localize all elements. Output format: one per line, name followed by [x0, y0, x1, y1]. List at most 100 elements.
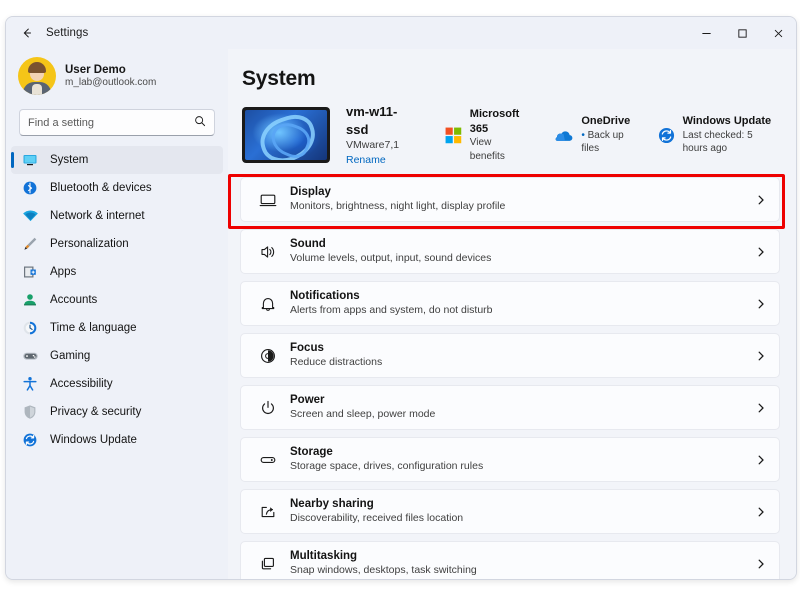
arrow-left-icon [23, 28, 32, 38]
power-icon [255, 399, 281, 417]
sidebar-item-accessibility[interactable]: Accessibility [11, 370, 223, 398]
chevron-right-icon [755, 506, 767, 518]
row-title: Nearby sharing [290, 498, 374, 511]
bluetooth-icon [19, 180, 41, 196]
settings-row-focus[interactable]: Focus Reduce distractions [240, 333, 780, 378]
monitor-icon [19, 152, 41, 168]
minimize-icon [701, 32, 711, 34]
quicklink-subtitle: Last checked: 5 hours ago [682, 129, 753, 155]
sidebar-item-label: Accessibility [50, 378, 113, 390]
sidebar-item-label: Windows Update [50, 434, 137, 446]
quick-links: Microsoft 365 View benefits OneDrive • B… [445, 107, 780, 164]
row-title: Multitasking [290, 550, 358, 563]
row-title: Power [290, 394, 325, 407]
main-content: System vm-w11-ssd VMware7,1 Rename Micro… [228, 49, 796, 579]
close-icon [774, 29, 782, 37]
account-name: User Demo [65, 63, 126, 76]
windows-update-icon [658, 127, 675, 144]
sidebar-item-label: Privacy & security [50, 406, 142, 418]
settings-row-nearby-sharing[interactable]: Nearby sharing Discoverability, received… [240, 489, 780, 534]
clock-icon [19, 320, 41, 336]
search-input[interactable] [28, 116, 190, 129]
wifi-icon [19, 208, 41, 224]
sidebar-item-apps[interactable]: Apps [11, 258, 223, 286]
quicklink-title: Windows Update [682, 115, 772, 128]
shield-icon [19, 404, 41, 420]
settings-row-power[interactable]: Power Screen and sleep, power mode [240, 385, 780, 430]
row-subtitle: Screen and sleep, power mode [290, 408, 436, 421]
sidebar-item-label: Bluetooth & devices [50, 182, 152, 194]
quicklink-windows-update[interactable]: Windows Update Last checked: 5 hours ago [658, 114, 780, 156]
minimize-button[interactable] [688, 17, 724, 49]
windows-bloom-wallpaper-icon [245, 110, 327, 160]
row-title: Notifications [290, 290, 360, 303]
maximize-icon [737, 28, 747, 38]
row-subtitle: Monitors, brightness, night light, displ… [290, 200, 506, 213]
sidebar: User Demo m_lab@outlook.com Find a setti… [6, 49, 228, 579]
settings-row-notifications[interactable]: Notifications Alerts from apps and syste… [240, 281, 780, 326]
microsoft-logo-icon [445, 127, 462, 144]
apps-icon [19, 264, 41, 280]
sidebar-item-bluetooth-devices[interactable]: Bluetooth & devices [11, 174, 223, 202]
account-email: m_lab@outlook.com [65, 76, 157, 88]
quicklink-onedrive[interactable]: OneDrive • Back up files [553, 114, 631, 156]
row-subtitle: Alerts from apps and system, do not dist… [290, 304, 493, 317]
settings-row-display[interactable]: Display Monitors, brightness, night ligh… [240, 177, 780, 222]
title-bar: Settings [6, 17, 796, 49]
monitor-icon [255, 191, 281, 209]
page-title: System [242, 67, 316, 90]
row-title: Sound [290, 238, 326, 251]
row-subtitle: Reduce distractions [290, 356, 383, 369]
sidebar-item-label: System [50, 154, 89, 166]
window-controls [688, 17, 796, 49]
account-icon [19, 292, 41, 308]
device-summary: vm-w11-ssd VMware7,1 Rename Microsoft 36… [240, 104, 780, 167]
account-block[interactable]: User Demo m_lab@outlook.com [6, 51, 228, 101]
chevron-right-icon [755, 350, 767, 362]
rename-link[interactable]: Rename [346, 153, 411, 167]
sidebar-item-label: Gaming [50, 350, 91, 362]
device-model: VMware7,1 [346, 139, 400, 152]
sidebar-item-time-language[interactable]: Time & language [11, 314, 223, 342]
row-title: Focus [290, 342, 324, 355]
storage-icon [255, 451, 281, 469]
row-title: Storage [290, 446, 333, 459]
sidebar-item-gaming[interactable]: Gaming [11, 342, 223, 370]
device-name: vm-w11-ssd [346, 104, 398, 137]
share-icon [255, 503, 281, 521]
sidebar-item-label: Personalization [50, 238, 129, 250]
sidebar-item-network-internet[interactable]: Network & internet [11, 202, 223, 230]
bell-icon [255, 295, 281, 313]
sidebar-item-label: Network & internet [50, 210, 145, 222]
settings-row-multitasking[interactable]: Multitasking Snap windows, desktops, tas… [240, 541, 780, 579]
quicklink-subtitle: • Back up files [581, 129, 624, 155]
close-button[interactable] [760, 17, 796, 49]
chevron-right-icon [755, 402, 767, 414]
bullet-dot-icon: • [581, 129, 585, 141]
sidebar-item-label: Apps [50, 266, 77, 278]
settings-row-storage[interactable]: Storage Storage space, drives, configura… [240, 437, 780, 482]
search-box[interactable] [19, 109, 215, 136]
accessibility-icon [19, 376, 41, 392]
row-subtitle: Snap windows, desktops, task switching [290, 564, 477, 577]
focus-icon [255, 347, 281, 365]
quicklink-subtitle: View benefits [469, 137, 505, 162]
device-thumbnail [242, 107, 330, 163]
update-icon [19, 432, 41, 448]
back-button[interactable] [12, 20, 42, 46]
chevron-right-icon [755, 298, 767, 310]
sidebar-item-system[interactable]: System [11, 146, 223, 174]
onedrive-cloud-icon [553, 128, 573, 143]
settings-window: Settings User Demo m_lab@outlook.com Fin… [5, 16, 797, 580]
quicklink-microsoft-365[interactable]: Microsoft 365 View benefits [445, 107, 528, 164]
maximize-button[interactable] [724, 17, 760, 49]
sidebar-item-windows-update[interactable]: Windows Update [11, 426, 223, 454]
row-subtitle: Storage space, drives, configuration rul… [290, 460, 484, 473]
gamepad-icon [19, 348, 41, 364]
sidebar-item-accounts[interactable]: Accounts [11, 286, 223, 314]
sidebar-item-privacy-security[interactable]: Privacy & security [11, 398, 223, 426]
settings-row-sound[interactable]: Sound Volume levels, output, input, soun… [240, 229, 780, 274]
multitasking-icon [255, 555, 281, 573]
sidebar-nav: System Bluetooth & devices Network & int… [6, 146, 228, 454]
sidebar-item-personalization[interactable]: Personalization [11, 230, 223, 258]
